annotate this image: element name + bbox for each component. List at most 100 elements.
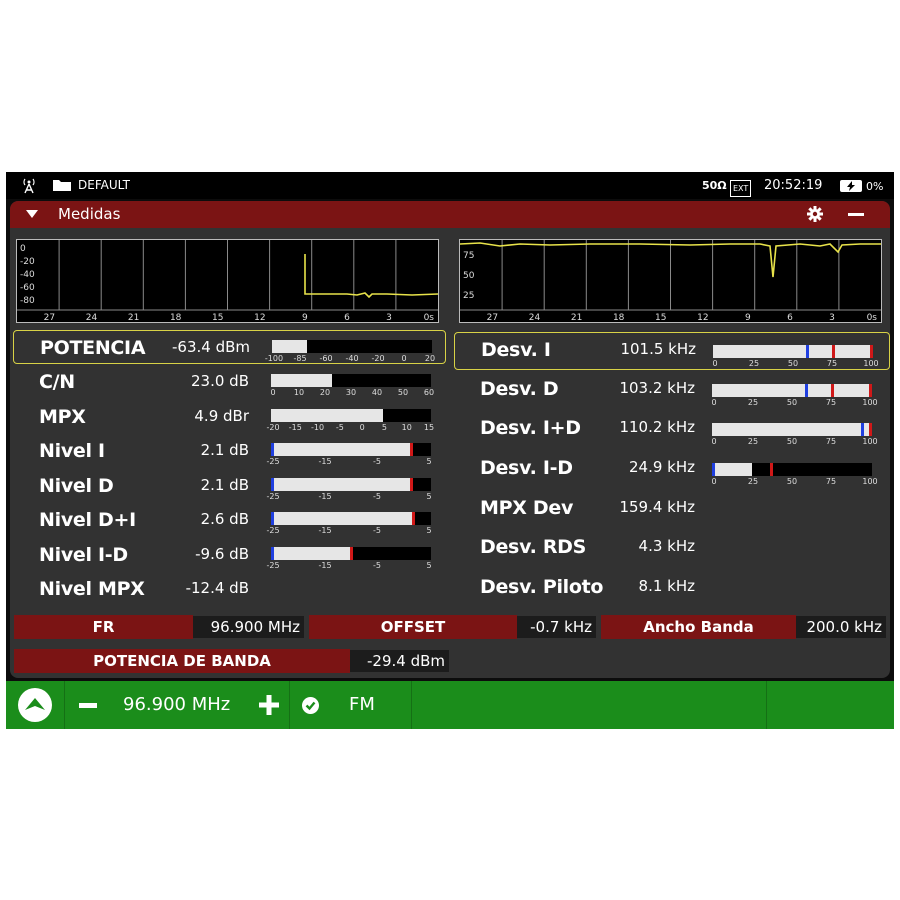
graph-x-label: 21 bbox=[128, 313, 139, 322]
bar-blue-marker bbox=[861, 423, 864, 436]
graph-y-label: 25 bbox=[463, 291, 474, 301]
analyzer-screen: DEFAULT 50Ω EXT 20:52:19 0% Medidas 0 -2… bbox=[6, 172, 894, 729]
collapse-caret-icon[interactable] bbox=[26, 210, 38, 218]
gear-icon[interactable] bbox=[807, 206, 823, 222]
logo-icon[interactable] bbox=[18, 688, 52, 722]
measure-value: 24.9 kHz bbox=[628, 458, 695, 476]
bar-scale-label: 50 bbox=[397, 388, 409, 397]
measure-row[interactable]: Nivel I-D -9.6 dB -25 -15 -5 5 bbox=[13, 538, 446, 572]
measure-row[interactable]: C/N 23.0 dB 0 10 20 30 40 50 60 bbox=[13, 365, 446, 399]
measure-row[interactable]: Nivel MPX -12.4 dB bbox=[13, 572, 446, 606]
divider bbox=[64, 681, 65, 729]
offset-label: OFFSET bbox=[309, 615, 517, 639]
bar-scale-label: 5 bbox=[426, 526, 432, 535]
bar-scale: -25 -15 -5 5 bbox=[266, 561, 432, 571]
clock: 20:52:19 bbox=[764, 178, 823, 193]
measure-row[interactable]: Nivel I 2.1 dB -25 -15 -5 5 bbox=[13, 434, 446, 468]
frequency-decrease-button[interactable] bbox=[79, 703, 97, 708]
bar-scale-label: -100 bbox=[264, 354, 284, 363]
graph-x-label: 6 bbox=[344, 313, 350, 322]
bar-red-marker bbox=[831, 384, 834, 397]
measure-row[interactable]: POTENCIA -63.4 dBm -100 -85 -60 -40 -20 0 20 bbox=[13, 330, 446, 364]
graph-x-label: 24 bbox=[529, 313, 541, 322]
deviation-bar-fill bbox=[713, 345, 873, 358]
bar-scale-label: 5 bbox=[426, 561, 432, 570]
bar-scale: 0 10 20 30 40 50 60 bbox=[270, 388, 434, 398]
measure-row[interactable]: MPX 4.9 dBr -20 -15 -10 -5 0 5 10 15 bbox=[13, 400, 446, 434]
measure-value: 8.1 kHz bbox=[638, 577, 695, 595]
profile-name[interactable]: DEFAULT bbox=[78, 178, 130, 193]
bar-scale: 0 25 50 75 100 bbox=[711, 477, 877, 487]
graph-x-label: 9 bbox=[302, 313, 308, 322]
measure-row[interactable]: Desv. I-D 24.9 kHz 0 25 50 75 100 bbox=[454, 451, 890, 489]
measure-row[interactable]: Desv. Piloto 8.1 kHz bbox=[454, 570, 890, 608]
bar-scale-label: 0 bbox=[401, 354, 407, 363]
band-power-value: -29.4 dBm bbox=[350, 650, 449, 672]
bar-scale: -25 -15 -5 5 bbox=[266, 457, 432, 467]
bar-scale-label: 50 bbox=[786, 477, 798, 486]
graph-y-label: 50 bbox=[463, 271, 475, 281]
bar-scale: 0 25 50 75 100 bbox=[711, 437, 877, 447]
measure-row[interactable]: Nivel D+I 2.6 dB -25 -15 -5 5 bbox=[13, 503, 446, 537]
frequency-increase-button[interactable] bbox=[259, 695, 279, 715]
bar-scale-label: 0 bbox=[711, 398, 717, 407]
bar-scale-label: -25 bbox=[266, 526, 280, 535]
measure-row[interactable]: MPX Dev 159.4 kHz bbox=[454, 491, 890, 529]
level-bar bbox=[272, 340, 432, 353]
graph-x-label: 18 bbox=[170, 313, 182, 322]
ext-indicator: EXT bbox=[730, 180, 752, 197]
bar-red-marker bbox=[832, 345, 835, 358]
bar-scale-label: -5 bbox=[373, 492, 381, 501]
modulation-mode[interactable]: FM bbox=[349, 694, 375, 715]
band-power-info: POTENCIA DE BANDA -29.4 dBm bbox=[14, 649, 449, 673]
bar-scale: -20 -15 -10 -5 0 5 10 15 bbox=[266, 423, 434, 433]
bar-scale-label: 5 bbox=[426, 457, 432, 466]
measure-row[interactable]: Desv. D 103.2 kHz 0 25 50 75 100 bbox=[454, 372, 890, 410]
bar-scale-label: 75 bbox=[825, 398, 837, 407]
bar-scale-label: 0 bbox=[712, 359, 718, 368]
bar-blue-marker bbox=[805, 384, 808, 397]
graph-y-label: 0 bbox=[20, 244, 26, 254]
graph-x-label: 3 bbox=[829, 313, 835, 322]
check-icon[interactable] bbox=[302, 697, 319, 714]
graph-x-label: 0s bbox=[867, 313, 878, 322]
measure-value: -63.4 dBm bbox=[171, 338, 250, 356]
bar-scale-label: 50 bbox=[786, 398, 798, 407]
graph-x-label: 15 bbox=[655, 313, 666, 322]
graph-x-label: 3 bbox=[386, 313, 392, 322]
deviation-history-graph: 75 50 25 27 24 21 18 15 12 9 6 3 0s bbox=[459, 239, 882, 323]
measure-row[interactable]: Desv. I+D 110.2 kHz 0 25 50 75 100 bbox=[454, 411, 890, 449]
deviation-bar bbox=[712, 384, 872, 397]
bar-scale-label: -20 bbox=[266, 423, 280, 432]
bar-scale-label: 75 bbox=[825, 477, 837, 486]
measure-row[interactable]: Nivel D 2.1 dB -25 -15 -5 5 bbox=[13, 469, 446, 503]
graph-x-label: 0s bbox=[424, 313, 435, 322]
power-history-graph: 0 -20 -40 -60 -80 27 24 21 18 15 12 9 6 3 0s bbox=[16, 239, 439, 323]
graph-x-label: 27 bbox=[44, 313, 55, 322]
bar-scale-label: 20 bbox=[319, 388, 331, 397]
graph-y-label: -60 bbox=[20, 283, 35, 293]
measure-value: 101.5 kHz bbox=[620, 340, 696, 358]
level-bar bbox=[271, 443, 431, 456]
graph-x-label: 18 bbox=[613, 313, 625, 322]
measure-value: 2.6 dB bbox=[200, 510, 249, 528]
measure-row[interactable]: Desv. RDS 4.3 kHz bbox=[454, 530, 890, 568]
graph-y-label: -80 bbox=[20, 296, 35, 306]
bar-min-marker bbox=[271, 443, 274, 456]
status-bar: DEFAULT 50Ω EXT 20:52:19 0% bbox=[6, 172, 894, 199]
bar-scale-label: -85 bbox=[293, 354, 307, 363]
minimize-icon[interactable] bbox=[848, 213, 864, 216]
graph-y-label: -40 bbox=[20, 270, 35, 280]
bar-scale-label: 75 bbox=[825, 437, 837, 446]
measure-value: 103.2 kHz bbox=[619, 379, 695, 397]
graph-y-label: 75 bbox=[463, 251, 474, 261]
level-bar-fill bbox=[271, 512, 415, 525]
bar-scale-label: -15 bbox=[318, 561, 332, 570]
bar-scale-label: 25 bbox=[748, 359, 760, 368]
center-frequency[interactable]: 96.900 MHz bbox=[123, 694, 230, 715]
power-trace bbox=[304, 254, 438, 299]
folder-icon[interactable] bbox=[52, 178, 72, 192]
measure-row[interactable]: Desv. I 101.5 kHz 0 25 50 75 100 bbox=[454, 332, 890, 370]
bar-scale: 0 25 50 75 100 bbox=[711, 398, 877, 408]
bar-scale-label: 25 bbox=[747, 398, 759, 407]
